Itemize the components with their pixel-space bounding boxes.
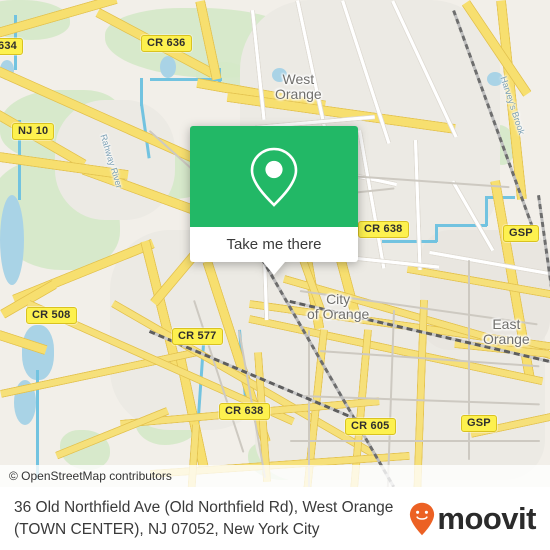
place-line: Orange [275,86,322,102]
place-label-west-orange: West Orange [275,72,322,102]
place-label-city-of-orange: City of Orange [307,292,369,322]
place-line: of Orange [307,306,370,322]
route-shield: 634 [0,38,23,55]
map-pin-icon [250,147,298,207]
popup-pointer-tail [263,262,285,275]
take-me-there-label: Take me there [226,236,322,253]
map-attribution-bar: © OpenStreetMap contributors [0,465,550,487]
place-line: West [282,71,315,87]
address-text: 36 Old Northfield Ave (Old Northfield Rd… [14,498,394,538]
place-line: East [492,316,521,332]
osm-attribution-text: © OpenStreetMap contributors [9,469,172,483]
route-shield: CR 638 [358,221,409,238]
route-shield: NJ 10 [12,123,55,140]
route-shield: GSP [503,225,539,242]
moovit-logo[interactable]: moovit [409,501,536,537]
route-shield: CR 638 [219,403,270,420]
stream [140,78,143,106]
moovit-location-screenshot: Rahway River Harvey's Brook West Orange … [0,0,550,550]
place-label-east-orange: East Orange [483,317,530,347]
route-shield: CR 577 [172,328,223,345]
popup-icon-area [190,126,358,227]
place-line: City [326,291,351,307]
lake [160,56,176,78]
place-line: Orange [483,331,530,347]
footer-bar: 36 Old Northfield Ave (Old Northfield Rd… [0,487,550,550]
moovit-wordmark: moovit [437,500,536,536]
map-canvas[interactable]: Rahway River Harvey's Brook West Orange … [0,0,550,487]
route-shield: GSP [461,415,497,432]
street [308,330,310,487]
street [290,440,540,442]
route-shield: CR 508 [26,307,77,324]
stream [485,196,488,226]
moovit-smiley-pin-icon [409,502,435,536]
location-popup-card[interactable]: Take me there [190,126,358,275]
stream [382,240,437,243]
footer-content: 36 Old Northfield Ave (Old Northfield Rd… [0,487,550,550]
lake [0,195,24,285]
route-shield: CR 605 [345,418,396,435]
take-me-there-button[interactable]: Take me there [190,227,358,262]
route-shield: CR 636 [141,35,192,52]
